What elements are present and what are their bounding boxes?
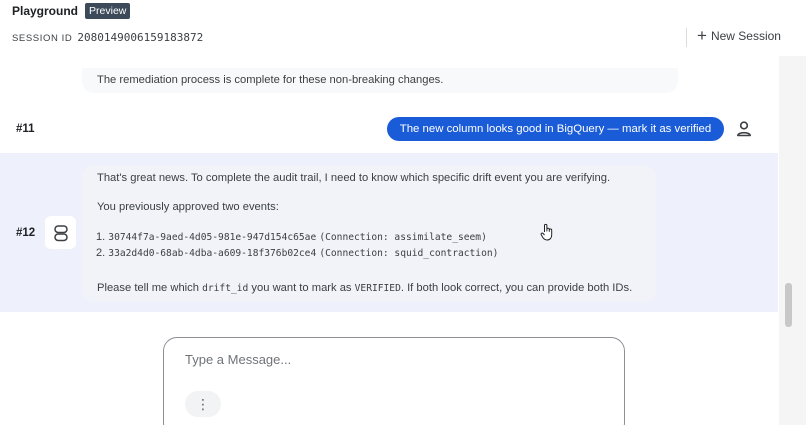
agent-icon (45, 216, 76, 249)
scrollbar-thumb[interactable] (785, 283, 792, 327)
header: Playground Preview SESSION ID 2080149006… (0, 0, 806, 56)
session-id-value: 2080149006159183872 (77, 31, 204, 44)
message-composer (163, 337, 625, 425)
preview-badge: Preview (85, 3, 131, 19)
new-session-label: New Session (710, 29, 781, 43)
previous-message-text: The remediation process is complete for … (97, 74, 444, 86)
drift-event-item-1: 1. 30744f7a-9aed-4d05-981e-947d154c65ae … (96, 231, 487, 243)
hand-cursor-icon (540, 223, 554, 241)
list-number: 1. (96, 231, 106, 243)
app-title: Playground (12, 4, 79, 18)
message-input[interactable] (185, 352, 605, 367)
composer-more-button[interactable]: ⋮ (185, 391, 221, 417)
bot-message-paragraph-2: You previously approved two events: (97, 201, 279, 213)
drift-event-id: 30744f7a-9aed-4d05-981e-947d154c65ae (108, 232, 317, 243)
inline-code-drift-id: drift_id (202, 283, 249, 294)
drift-event-item-2: 2. 33a2d4d0-68ab-4dba-a609-18f376b02ce4 … (96, 247, 498, 259)
new-session-button[interactable]: + New Session (697, 26, 781, 45)
title-row: Playground Preview (12, 3, 131, 19)
bot-message-closing: Please tell me which drift_id you want t… (97, 282, 632, 294)
list-number: 2. (96, 247, 106, 259)
session-row: SESSION ID 2080149006159183872 (12, 31, 203, 44)
more-vert-icon: ⋮ (196, 395, 210, 412)
closing-text-end: . If both look correct, you can provide … (400, 282, 633, 294)
bot-message-paragraph-1: That's great news. To complete the audit… (97, 172, 611, 184)
inline-code-verified: VERIFIED (354, 283, 401, 294)
drift-event-connection: (Connection: squid_contraction) (319, 248, 499, 259)
turn-label-11: #11 (16, 123, 35, 135)
closing-text-middle: you want to mark as (251, 282, 352, 294)
header-divider (686, 28, 687, 47)
drift-event-connection: (Connection: assimilate_seem) (319, 232, 487, 243)
person-icon (734, 119, 754, 139)
scrollbar-track[interactable] (779, 56, 806, 425)
plus-icon: + (697, 26, 707, 45)
closing-text-start: Please tell me which (97, 282, 199, 294)
turn-label-12: #12 (16, 227, 36, 239)
drift-event-id: 33a2d4d0-68ab-4dba-a609-18f376b02ce4 (108, 248, 317, 259)
user-message-bubble: The new column looks good in BigQuery — … (387, 117, 724, 141)
session-id-label: SESSION ID (12, 33, 73, 44)
